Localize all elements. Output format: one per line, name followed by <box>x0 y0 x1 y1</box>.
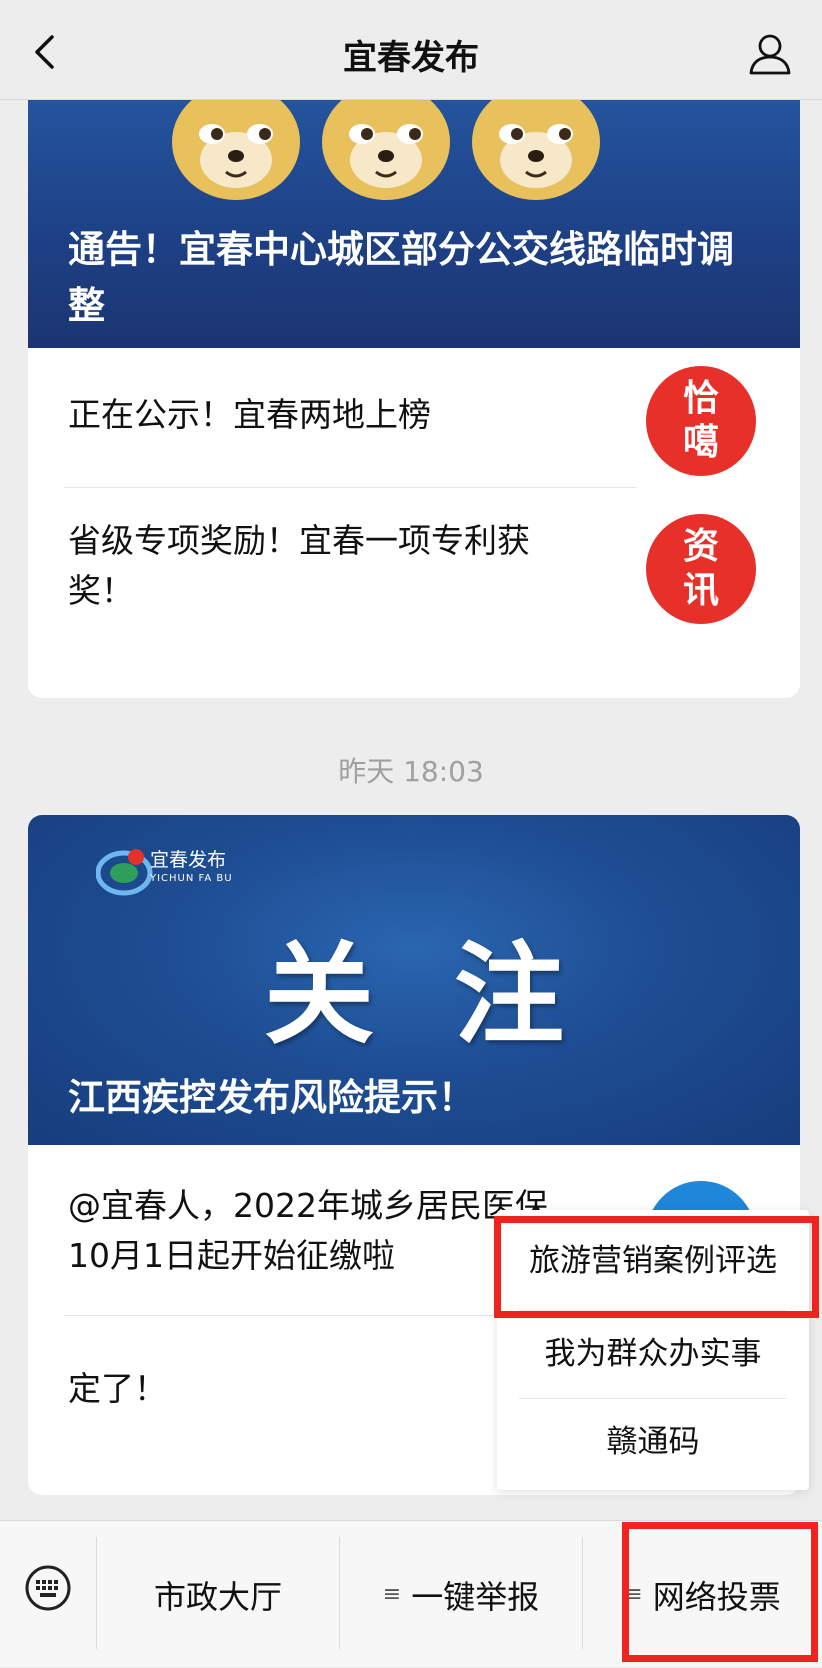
message-timestamp: 昨天 18:03 <box>338 755 484 788</box>
menu-item-gantong-code[interactable]: 赣通码 <box>497 1399 809 1485</box>
menu-button-label: 一键举报 <box>411 1577 540 1616</box>
article-list-item[interactable]: 省级专项奖励！宜春一项专利获奖！ 资讯 <box>28 488 800 648</box>
article-card: 通告！宜春中心城区部分公交线路临时调整 正在公示！宜春两地上榜 恰噶 省级专项奖… <box>28 100 800 698</box>
menu-button-one-click-report[interactable]: ≡ 一键举报 <box>340 1521 582 1668</box>
menu-button-label: 网络投票 <box>652 1577 781 1616</box>
submenu-popup: 旅游营销案例评选 我为群众办实事 赣通码 <box>497 1210 809 1490</box>
cover-headline: 关注 <box>264 931 644 1059</box>
badge-text: 资讯 <box>682 526 719 611</box>
article-cover-banner[interactable]: 通告！宜春中心城区部分公交线路临时调整 <box>28 100 800 348</box>
submenu-lines-icon: ≡ <box>382 1582 402 1607</box>
doge-emoji-image <box>472 100 600 200</box>
doge-emoji-image <box>172 100 300 200</box>
menu-item-tourism-marketing-selection[interactable]: 旅游营销案例评选 <box>497 1218 809 1304</box>
article-thumbnail-badge: 资讯 <box>646 514 756 624</box>
submenu-lines-icon: ≡ <box>624 1582 643 1607</box>
article-headline: 江西疾控发布风险提示！ <box>68 1076 475 1119</box>
article-thumbnail-badge: 恰噶 <box>646 366 756 476</box>
menu-item-serve-the-people[interactable]: 我为群众办实事 <box>497 1311 809 1397</box>
article-list-item[interactable]: 正在公示！宜春两地上榜 恰噶 <box>28 348 800 488</box>
article-headline: 通告！宜春中心城区部分公交线路临时调整 <box>68 228 734 327</box>
keyboard-icon[interactable] <box>24 1564 72 1612</box>
menu-button-online-voting[interactable]: ≡ 网络投票 <box>583 1521 822 1668</box>
article-cover-banner[interactable]: 宜春发布 YICHUN FA BU 关注 江西疾控发布风险提示！ <box>28 815 800 1145</box>
nav-header: 宜春发布 <box>0 0 822 100</box>
article-title: 省级专项奖励！宜春一项专利获奖！ <box>68 521 530 610</box>
badge-text: 恰噶 <box>682 378 719 463</box>
article-title: 正在公示！宜春两地上榜 <box>68 395 431 434</box>
article-title: 定了！ <box>68 1369 167 1408</box>
menu-button-municipal-hall[interactable]: 市政大厅 <box>97 1521 339 1668</box>
person-icon[interactable] <box>748 32 792 76</box>
doge-emoji-image <box>322 100 450 200</box>
logo-text: 宜春发布 <box>150 849 227 871</box>
menu-button-label: 市政大厅 <box>153 1577 282 1616</box>
bottom-menu-bar: 市政大厅 ≡ 一键举报 ≡ 网络投票 <box>0 1520 822 1667</box>
logo-subtext: YICHUN FA BU <box>150 873 233 884</box>
page-title: 宜春发布 <box>343 38 479 78</box>
